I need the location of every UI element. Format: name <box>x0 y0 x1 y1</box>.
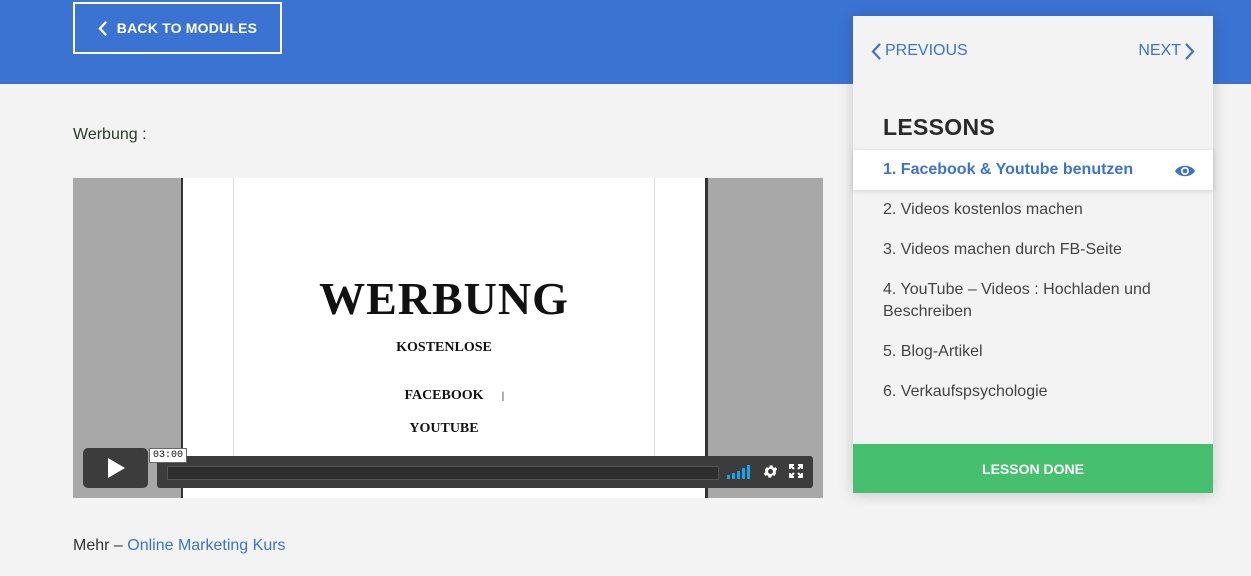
lesson-label: 4. YouTube – Videos : Hochladen und Besc… <box>883 281 1151 320</box>
lesson-item[interactable]: 4. YouTube – Videos : Hochladen und Besc… <box>853 270 1213 332</box>
volume-icon[interactable] <box>727 465 751 484</box>
lesson-item[interactable]: 3. Videos machen durch FB-Seite <box>853 230 1213 270</box>
slide-line: KOSTENLOSE <box>396 340 492 355</box>
slide-line: YOUTUBE <box>409 421 479 436</box>
lesson-item[interactable]: 2. Videos kostenlos machen <box>853 190 1213 230</box>
video-progress-bar[interactable] <box>167 466 719 480</box>
eye-icon <box>1174 163 1196 185</box>
intro-text: Werbung : <box>73 126 147 143</box>
lessons-heading: LESSONS <box>883 114 996 140</box>
video-control-bar <box>157 456 813 488</box>
chevron-left-icon <box>871 42 881 60</box>
lesson-item[interactable]: 5. Blog-Artikel <box>853 332 1213 372</box>
lesson-label: 2. Videos kostenlos machen <box>883 201 1083 218</box>
lesson-done-button[interactable]: LESSON DONE <box>853 444 1213 493</box>
slide-title: WERBUNG <box>319 273 569 324</box>
lesson-item-active[interactable]: 1. Facebook & Youtube benutzen <box>853 150 1213 190</box>
more-prefix: Mehr – <box>73 537 128 554</box>
time-tooltip: 03:00 <box>149 448 188 463</box>
more-line: Mehr – Online Marketing Kurs <box>73 537 286 555</box>
play-button[interactable] <box>83 448 148 488</box>
video-player[interactable]: WERBUNG KOSTENLOSE FACEBOOK YOUTUBE I 03… <box>73 178 823 498</box>
next-button[interactable]: NEXT <box>1138 42 1195 60</box>
text-cursor-icon: I <box>501 388 505 404</box>
lesson-item[interactable]: 6. Verkaufspsychologie <box>853 372 1213 412</box>
previous-label: PREVIOUS <box>885 42 968 59</box>
chevron-right-icon <box>1185 42 1195 60</box>
lessons-panel: PREVIOUS NEXT LESSONS 1. Facebook & Yout… <box>853 16 1213 493</box>
back-to-modules-button[interactable]: BACK TO MODULES <box>73 2 282 54</box>
video-frame-slide: WERBUNG KOSTENLOSE FACEBOOK YOUTUBE I <box>181 178 708 498</box>
lesson-label: 6. Verkaufspsychologie <box>883 383 1048 400</box>
previous-button[interactable]: PREVIOUS <box>871 42 968 60</box>
back-to-modules-label: BACK TO MODULES <box>116 20 258 36</box>
play-icon <box>107 458 125 478</box>
lesson-label: 5. Blog-Artikel <box>883 343 983 360</box>
chevron-left-icon <box>98 20 107 36</box>
lesson-done-label: LESSON DONE <box>982 460 1084 477</box>
lesson-label: 1. Facebook & Youtube benutzen <box>883 161 1134 178</box>
settings-gear-icon[interactable] <box>762 463 779 485</box>
slide-line: FACEBOOK <box>404 388 484 403</box>
next-label: NEXT <box>1138 42 1181 59</box>
lesson-label: 3. Videos machen durch FB-Seite <box>883 241 1122 258</box>
online-marketing-kurs-link[interactable]: Online Marketing Kurs <box>127 537 285 554</box>
fullscreen-icon[interactable] <box>789 464 803 483</box>
lesson-list: 1. Facebook & Youtube benutzen 2. Videos… <box>853 150 1213 412</box>
